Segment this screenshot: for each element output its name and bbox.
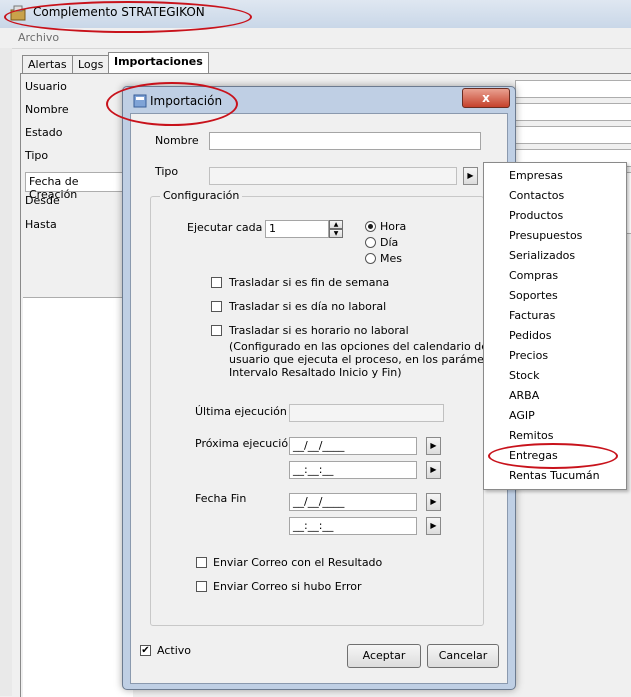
note-line-1: (Configurado en las opciones del calenda… xyxy=(229,340,492,353)
usuario-field[interactable] xyxy=(515,80,631,98)
note-line-2: usuario que ejecuta el proceso, en los p… xyxy=(229,353,505,366)
fecha-fin-button[interactable]: ▶ xyxy=(426,493,441,511)
label-ultima-ejecucion: Última ejecución xyxy=(195,405,287,418)
spin-down-button[interactable]: ▼ xyxy=(329,229,343,238)
label-nombre: Nombre xyxy=(25,103,69,116)
label-fecha-fin: Fecha Fin xyxy=(195,492,247,505)
tipo-dropdown-menu: Empresas Contactos Productos Presupuestos Se… xyxy=(483,162,627,490)
label-proxima-ejecucion: Próxima ejecución xyxy=(195,437,296,450)
fecha-creacion-field[interactable]: Fecha de Creación xyxy=(25,172,127,201)
menu-item-pedidos[interactable]: Pedidos xyxy=(509,329,552,342)
chk-fin-semana[interactable] xyxy=(211,277,222,288)
label-tipo: Tipo xyxy=(25,149,49,162)
proxima-hora-button[interactable]: ▶ xyxy=(426,461,441,479)
proxima-fecha-input[interactable]: __/__/____ xyxy=(289,437,417,455)
close-button[interactable]: x xyxy=(462,88,510,108)
menu-item-precios[interactable]: Precios xyxy=(509,349,548,362)
cancelar-button[interactable]: Cancelar xyxy=(427,644,499,668)
label-hora: Hora xyxy=(380,220,407,233)
label-mes: Mes xyxy=(380,252,402,265)
radio-hora[interactable] xyxy=(365,221,376,232)
label-activo: Activo xyxy=(157,644,191,657)
proxima-hora-input[interactable]: __:__:__ xyxy=(289,461,417,479)
label-dia-no-laboral: Trasladar si es día no laboral xyxy=(229,300,387,313)
menu-item-presupuestos[interactable]: Presupuestos xyxy=(509,229,582,242)
label-usuario: Usuario xyxy=(25,80,67,93)
menu-item-compras[interactable]: Compras xyxy=(509,269,558,282)
radio-mes[interactable] xyxy=(365,253,376,264)
label-hasta: Hasta xyxy=(25,218,57,231)
label-enviar-error: Enviar Correo si hubo Error xyxy=(213,580,362,593)
spin-up-button[interactable]: ▲ xyxy=(329,220,343,229)
label-nombre-dlg: Nombre xyxy=(155,134,199,147)
label-estado: Estado xyxy=(25,126,63,139)
radio-dia[interactable] xyxy=(365,237,376,248)
chk-dia-no-laboral[interactable] xyxy=(211,301,222,312)
menu-item-productos[interactable]: Productos xyxy=(509,209,563,222)
ejecutar-cada-input[interactable]: 1 xyxy=(265,220,329,238)
menu-archivo[interactable]: Archivo xyxy=(18,31,59,44)
menu-item-facturas[interactable]: Facturas xyxy=(509,309,555,322)
menu-item-stock[interactable]: Stock xyxy=(509,369,539,382)
results-area xyxy=(23,297,133,697)
label-fin-semana: Trasladar si es fin de semana xyxy=(229,276,390,289)
annotation-oval-entregas xyxy=(488,443,618,469)
aceptar-button[interactable]: Aceptar xyxy=(347,644,421,668)
tab-alertas[interactable]: Alertas xyxy=(22,55,73,74)
proxima-fecha-button[interactable]: ▶ xyxy=(426,437,441,455)
hora-fin-button[interactable]: ▶ xyxy=(426,517,441,535)
annotation-oval-dialog xyxy=(106,82,238,126)
menu-item-agip[interactable]: AGIP xyxy=(509,409,535,422)
menu-item-empresas[interactable]: Empresas xyxy=(509,169,563,182)
label-dia: Día xyxy=(380,236,399,249)
tab-importaciones[interactable]: Importaciones xyxy=(108,52,209,74)
menu-item-remitos[interactable]: Remitos xyxy=(509,429,553,442)
tab-logs[interactable]: Logs xyxy=(72,55,110,74)
menu-item-contactos[interactable]: Contactos xyxy=(509,189,564,202)
note-line-3: Intervalo Resaltado Inicio y Fin) xyxy=(229,366,402,379)
tipo-dropdown-button[interactable]: ▶ xyxy=(463,167,478,185)
nombre-input[interactable] xyxy=(209,132,481,150)
estado-field[interactable] xyxy=(515,126,631,144)
annotation-oval-title xyxy=(4,1,252,33)
label-tipo-dlg: Tipo xyxy=(155,165,179,178)
hora-fin-input[interactable]: __:__:__ xyxy=(289,517,417,535)
nombre-field[interactable] xyxy=(515,103,631,121)
chk-enviar-resultado[interactable] xyxy=(196,557,207,568)
chk-enviar-error[interactable] xyxy=(196,581,207,592)
left-strip xyxy=(0,48,12,696)
menu-item-soportes[interactable]: Soportes xyxy=(509,289,558,302)
label-horario-no-laboral: Trasladar si es horario no laboral xyxy=(229,324,409,337)
tipo-input[interactable] xyxy=(209,167,457,185)
chk-activo[interactable]: ✔ xyxy=(140,645,151,656)
ultima-ejecucion-field xyxy=(289,404,444,422)
chk-horario-no-laboral[interactable] xyxy=(211,325,222,336)
menu-item-arba[interactable]: ARBA xyxy=(509,389,539,402)
configuracion-legend: Configuración xyxy=(160,189,243,202)
label-desde: Desde xyxy=(25,194,60,207)
menu-item-serializados[interactable]: Serializados xyxy=(509,249,575,262)
label-enviar-resultado: Enviar Correo con el Resultado xyxy=(213,556,383,569)
menu-item-rentas-tucum-n[interactable]: Rentas Tucumán xyxy=(509,469,600,482)
fecha-fin-input[interactable]: __/__/____ xyxy=(289,493,417,511)
label-ejecutar-cada: Ejecutar cada xyxy=(187,221,263,234)
